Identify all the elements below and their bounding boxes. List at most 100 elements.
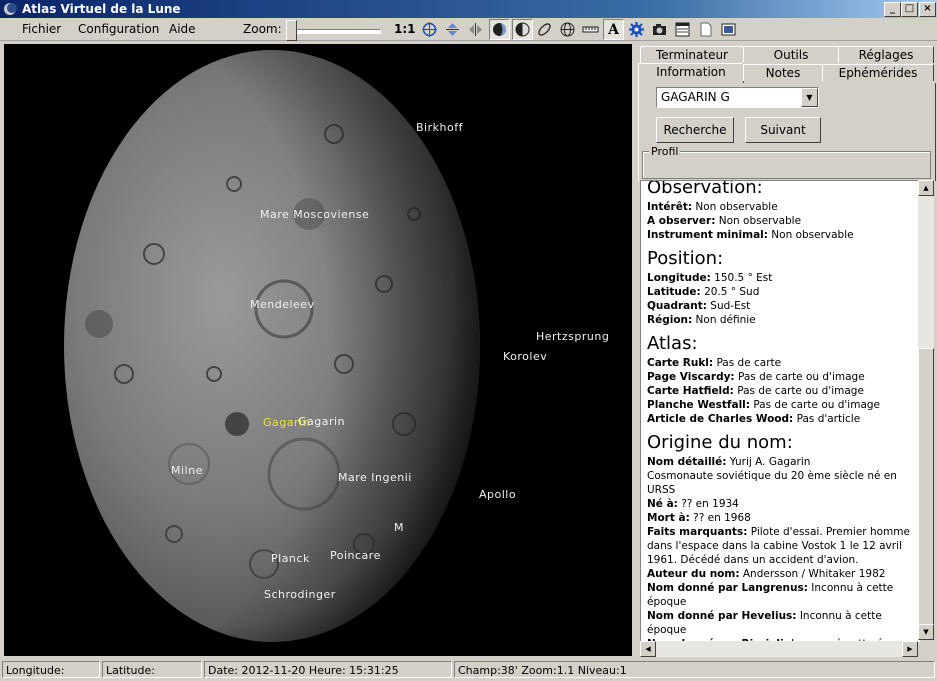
info-line: A observer: Non observable — [647, 214, 917, 228]
info-line-key: Article de Charles Wood: — [647, 413, 794, 425]
map-label-planck[interactable]: Planck — [271, 552, 310, 565]
scroll-down-icon[interactable]: ▼ — [918, 624, 934, 640]
info-line-value: Pas de carte ou d'image — [733, 385, 864, 397]
info-line-value: Cosmonaute soviétique du 20 ème siècle n… — [647, 470, 897, 496]
info-line: Né à: ?? en 1934 — [647, 497, 917, 511]
chevron-down-icon[interactable]: ▼ — [801, 88, 818, 107]
info-line-value: 20.5 ° Sud — [700, 286, 760, 298]
info-line: Page Viscardy: Pas de carte ou d'image — [647, 370, 917, 384]
info-line-key: Mort à: — [647, 512, 690, 524]
moon-map-view[interactable]: Birkhoff Mare Moscoviense Mendeleev Hert… — [4, 44, 632, 656]
info-line-value: Non observable — [767, 229, 854, 241]
map-label-mare-moscoviense[interactable]: Mare Moscoviense — [260, 208, 369, 221]
info-line-value: Pas de carte ou d'image — [734, 371, 865, 383]
profile-label: Profil — [649, 145, 681, 158]
vertical-scrollbar[interactable]: ▲ ▼ — [918, 180, 934, 640]
full-moon-icon[interactable] — [489, 19, 510, 40]
maximize-button[interactable]: □ — [901, 2, 918, 17]
info-line-value: Andersson / Whitaker 1982 — [739, 568, 886, 580]
scroll-right-icon[interactable]: ▶ — [902, 641, 918, 657]
info-line: Nom détaillé: Yurij A. Gagarin — [647, 455, 917, 469]
ruler-icon[interactable] — [580, 19, 601, 40]
search-button[interactable]: Recherche — [656, 117, 734, 143]
info-line-value: Pas de carte ou d'image — [749, 399, 880, 411]
screen-icon[interactable] — [718, 19, 739, 40]
info-line-key: Né à: — [647, 498, 678, 510]
menu-fichier[interactable]: Fichier — [22, 22, 61, 36]
scroll-left-icon[interactable]: ◀ — [640, 641, 656, 657]
info-line-key: Instrument minimal: — [647, 229, 768, 241]
info-section-title: Position: — [647, 248, 724, 269]
tab-ephemerides[interactable]: Ephémérides — [822, 64, 934, 81]
info-line-value: ?? en 1968 — [689, 512, 751, 524]
info-line-value: Non observable — [715, 215, 802, 227]
map-label-korolev[interactable]: Korolev — [503, 350, 547, 363]
info-line-value: Yurij A. Gagarin — [726, 456, 811, 468]
zoom-label: Zoom: — [243, 22, 282, 36]
information-panel[interactable]: Observation: Intérêt: Non observable A obs… — [640, 180, 920, 642]
map-label-poincare[interactable]: Poincare — [330, 549, 381, 562]
map-label-mendeleev[interactable]: Mendeleev — [250, 298, 315, 311]
map-label-apollo[interactable]: Apollo — [479, 488, 516, 501]
info-line-key: Latitude: — [647, 286, 701, 298]
crater-select[interactable]: GAGARIN G ▼ — [656, 87, 819, 108]
scroll-up-icon[interactable]: ▲ — [918, 180, 934, 196]
ratio-button[interactable]: 1:1 — [394, 22, 416, 36]
window-title: Atlas Virtuel de la Lune — [22, 2, 181, 16]
map-label-schrodinger[interactable]: Schrodinger — [264, 588, 336, 601]
settings-icon[interactable] — [626, 19, 647, 40]
status-datetime: Date: 2012-11-20 Heure: 15:31:25 — [204, 661, 452, 678]
info-line-key: Nom donné par Langrenus: — [647, 582, 808, 594]
status-bar: Longitude: Latitude: Date: 2012-11-20 He… — [0, 660, 937, 681]
info-line: Cosmonaute soviétique du 20 ème siècle n… — [647, 469, 917, 497]
orbit-icon[interactable] — [534, 19, 555, 40]
scroll-thumb[interactable] — [918, 348, 934, 625]
document-icon[interactable] — [695, 19, 716, 40]
info-line: Quadrant: Sud-Est — [647, 299, 917, 313]
camera-icon[interactable] — [649, 19, 670, 40]
zoom-slider[interactable] — [287, 29, 381, 34]
menu-aide[interactable]: Aide — [169, 22, 196, 36]
info-line-value: ?? en 1934 — [677, 498, 739, 510]
target-icon[interactable] — [419, 19, 440, 40]
info-line-key: A observer: — [647, 215, 716, 227]
minimize-button[interactable]: _ — [884, 2, 901, 17]
phase-icon[interactable] — [512, 19, 533, 40]
grid-icon[interactable] — [557, 19, 578, 40]
info-line-value: Sud-Est — [706, 300, 751, 312]
info-line-key: Faits marquants: — [647, 526, 748, 538]
map-label-mare-ingenii[interactable]: Mare Ingenii — [338, 471, 412, 484]
info-line: Carte Rukl: Pas de carte — [647, 356, 917, 370]
tab-reglages[interactable]: Réglages — [838, 46, 934, 63]
map-label-gagarin[interactable]: Gagarin — [298, 415, 345, 428]
profile-group: Profil — [642, 145, 931, 179]
flip-vertical-icon[interactable] — [442, 19, 463, 40]
flip-horizontal-icon[interactable] — [465, 19, 486, 40]
info-line: Intérêt: Non observable — [647, 200, 917, 214]
map-label-m[interactable]: M — [394, 521, 404, 534]
info-line-key: Auteur du nom: — [647, 568, 740, 580]
calendar-icon[interactable] — [672, 19, 693, 40]
tab-notes[interactable]: Notes — [743, 64, 823, 81]
title-bar: Atlas Virtuel de la Lune _ □ × — [0, 0, 937, 18]
menu-configuration[interactable]: Configuration — [78, 22, 159, 36]
tab-outils[interactable]: Outils — [743, 46, 839, 63]
map-label-milne[interactable]: Milne — [171, 464, 203, 477]
close-button[interactable]: × — [919, 2, 936, 17]
status-latitude: Latitude: — [102, 661, 202, 678]
map-label-hertzsprung[interactable]: Hertzsprung — [536, 330, 609, 343]
zoom-slider-thumb[interactable] — [286, 20, 297, 41]
moon-app-icon — [4, 3, 17, 15]
info-line-key: Carte Rukl: — [647, 357, 714, 369]
tab-information[interactable]: Information — [638, 63, 744, 83]
info-line-key: Carte Hatfield: — [647, 385, 734, 397]
status-longitude: Longitude: — [2, 661, 100, 678]
information-content: Observation: Intérêt: Non observable A obs… — [647, 181, 917, 641]
tab-terminateur[interactable]: Terminateur — [640, 46, 744, 63]
map-label-birkhoff[interactable]: Birkhoff — [416, 121, 463, 134]
info-line: Nom donné par Hevelius: Inconnu à cette … — [647, 609, 917, 637]
next-button[interactable]: Suivant — [745, 117, 821, 143]
info-line: Région: Non définie — [647, 313, 917, 327]
horizontal-scrollbar[interactable]: ◀ ▶ — [640, 641, 918, 657]
text-icon[interactable]: A — [603, 19, 624, 40]
